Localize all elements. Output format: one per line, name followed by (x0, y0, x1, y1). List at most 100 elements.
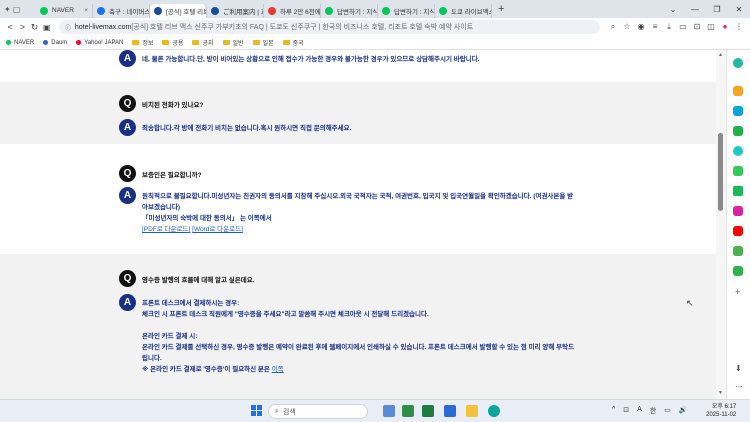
bookmark-item[interactable]: 공용 (162, 38, 183, 47)
screenshot-icon[interactable]: ⊡ (690, 22, 704, 32)
address-bar[interactable]: ⓘ hotel-livemax.com [공식] 호텔 리브 맥스 신주쿠 가부… (58, 20, 600, 34)
tray-item[interactable]: 한 (650, 406, 656, 416)
question-text: 영수증 발행의 흐름에 대해 알고 싶은데요. (142, 277, 255, 284)
file-explorer-icon[interactable] (466, 405, 478, 417)
bookmark-item[interactable]: 일본 (252, 38, 274, 47)
start-icon[interactable] (251, 405, 262, 416)
bookmark-item[interactable]: Daum (43, 40, 67, 46)
back-icon[interactable]: < (4, 22, 16, 32)
clock-date: 2025-11-02 (706, 412, 737, 418)
bookmark-item[interactable]: 중국 (282, 38, 304, 47)
question-badge: Q (119, 270, 136, 287)
tab-favicon-icon (97, 6, 105, 15)
bookmark-label: NAVER (14, 39, 35, 46)
browser-tab[interactable]: [공식] 호텔 리브 맥× (150, 3, 207, 18)
folder-icon (132, 40, 140, 45)
question-badge: Q (119, 95, 136, 112)
bag-icon[interactable] (733, 266, 743, 276)
browser-tab[interactable]: 축구 : 네이버스포츠× (93, 3, 150, 18)
answer-text: 죄송합니다.각 방에 전화기 비치는 없습니다.혹시 원하시면 직접 문의해주세… (142, 125, 352, 132)
mouse-cursor-icon: ↖ (686, 298, 694, 308)
site-info-icon[interactable]: ⓘ (65, 23, 71, 32)
browser-tab[interactable]: 하루 2만 6천에 묵...× (264, 3, 321, 18)
instagram-icon[interactable] (733, 206, 743, 216)
url-title: [공식] 호텔 리브 맥스 신주쿠 가부키초의 FAQ | 도쿄도 신주쿠구 |… (131, 24, 474, 31)
edge-icon[interactable] (488, 405, 500, 417)
bookmark-item[interactable]: Yahoo! JAPAN (76, 40, 123, 46)
folder-icon (162, 40, 170, 45)
tab-label: [공식] 호텔 리브 맥 (166, 8, 206, 16)
reload-icon[interactable]: ↻ (28, 22, 40, 33)
translate-icon[interactable]: ⌕ (606, 22, 620, 32)
chat-icon[interactable] (733, 166, 743, 176)
scroll-down-icon[interactable]: ▼ (718, 390, 723, 396)
scrollbar-thumb[interactable] (718, 133, 723, 211)
shopping-icon[interactable] (733, 126, 743, 136)
excel-icon[interactable] (422, 405, 434, 417)
word-download-link[interactable]: [Word로 다운로드] (192, 226, 243, 233)
pdf-download-link[interactable]: [PDF로 다운로드] (142, 226, 190, 233)
calendar-icon[interactable] (733, 106, 743, 116)
bookmark-star-icon[interactable]: ☆ (620, 22, 634, 32)
tray-item[interactable]: ⊡ (623, 406, 629, 416)
wallet-icon[interactable] (733, 86, 743, 96)
forward-icon[interactable]: > (16, 22, 28, 32)
page-scrollbar[interactable]: ▲ ▼ (716, 50, 726, 399)
game-icon[interactable] (733, 246, 743, 256)
scroll-up-icon[interactable]: ▲ (718, 52, 723, 58)
tab-favicon-icon (439, 6, 447, 15)
pin-icon[interactable]: ⬇ (735, 364, 742, 373)
youtube-icon[interactable] (733, 226, 743, 236)
new-tab-button[interactable]: + (498, 3, 504, 15)
tray-item[interactable]: A (637, 406, 642, 416)
browser-tab[interactable]: 답변하기 : 지식iN× (321, 3, 378, 18)
bookmark-item[interactable]: 정보 (132, 38, 153, 47)
tray-item[interactable]: ^ (612, 406, 615, 416)
twitter-icon[interactable]: ✦ ▢ (4, 5, 36, 14)
browser-tab[interactable]: 도쿄 라이브맥스 리× (435, 3, 492, 18)
address-toolbar: < > ↻ ▣ ⓘ hotel-livemax.com [공식] 호텔 리브 맥… (0, 18, 750, 36)
tab-favicon-icon (382, 6, 390, 15)
bookmark-favicon-icon (76, 40, 82, 45)
bookmark-label: 정보 (142, 41, 154, 47)
download-icon[interactable]: ⤓ (662, 22, 676, 32)
news-icon[interactable] (733, 146, 743, 156)
browser-tab[interactable]: NAVER × (36, 3, 93, 18)
sidebar-icon[interactable]: ◫ (704, 22, 718, 32)
taskbar-search[interactable]: ⌕ 검색 (268, 404, 368, 419)
tray-item[interactable]: 🔊 (679, 406, 688, 416)
more-icon[interactable]: ⋯ (735, 382, 743, 391)
bookmark-item[interactable]: NAVER (6, 40, 34, 46)
collections-icon[interactable]: ▭ (676, 22, 690, 32)
question-text: 비치된 전화가 있나요? (142, 102, 204, 109)
extension-icon[interactable]: ◉ (634, 22, 648, 32)
photos-app-icon[interactable] (383, 405, 395, 417)
bookmark-item[interactable]: 공지 (192, 38, 214, 47)
menu-icon[interactable]: ⋮ (732, 22, 746, 32)
minimize-button[interactable]: — (684, 5, 706, 14)
receipt-link[interactable]: 이쪽 (272, 366, 284, 373)
clock-time: 오후 6:17 (711, 404, 737, 410)
naver-whale-icon[interactable]: ▣ (41, 23, 53, 32)
add-sidebar-icon[interactable]: + (735, 287, 740, 297)
tab-close-icon[interactable]: × (82, 8, 88, 14)
bookmark-label: 일본 (262, 41, 274, 47)
search-icon: ⌕ (275, 407, 279, 415)
maximize-button[interactable]: ❐ (706, 5, 728, 14)
browser-tab[interactable]: ご利用案内 | 호텔× (207, 3, 264, 18)
bookmark-item[interactable]: 일반 (222, 38, 244, 47)
copilot-icon[interactable] (733, 58, 743, 68)
play-icon[interactable] (733, 186, 743, 196)
profile-avatar[interactable]: ● (718, 22, 732, 32)
reading-list-icon[interactable]: ≡ (648, 22, 662, 32)
app-icon[interactable] (402, 405, 414, 417)
system-tray: ^ ⊡ A 한 ▭ 🔊 (612, 406, 696, 416)
tray-item[interactable]: ▭ (664, 406, 671, 416)
close-window-button[interactable]: ✕ (728, 5, 750, 14)
store-icon[interactable] (444, 405, 456, 417)
browser-tab[interactable]: 답변하기 : 지식iN× (378, 3, 435, 18)
bookmark-label: 공지 (202, 41, 214, 47)
answer-line: 「미성년자의 숙박에 대한 동의서」 는 이쪽에서 (142, 215, 272, 222)
tab-search-icon[interactable]: ⌄ (662, 5, 684, 14)
clock[interactable]: 오후 6:17 2025-11-02 (706, 403, 736, 419)
